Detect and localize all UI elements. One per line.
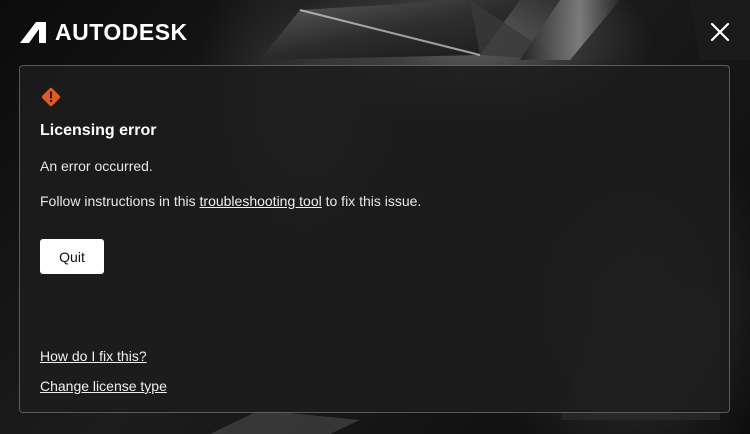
warning-diamond-icon bbox=[41, 87, 61, 107]
close-button[interactable] bbox=[708, 20, 732, 44]
autodesk-logo: AUTODESK bbox=[19, 20, 188, 44]
error-dialog-panel: Licensing error An error occurred. Follo… bbox=[19, 65, 730, 413]
troubleshooting-tool-link[interactable]: troubleshooting tool bbox=[200, 193, 322, 209]
instruction-prefix: Follow instructions in this bbox=[40, 193, 200, 209]
quit-button[interactable]: Quit bbox=[40, 239, 104, 274]
autodesk-logo-icon bbox=[20, 22, 46, 43]
license-error-window: AUTODESK Licensing error An error occurr… bbox=[0, 0, 750, 434]
close-icon bbox=[710, 22, 730, 42]
top-bar: AUTODESK bbox=[0, 0, 750, 64]
how-to-fix-link[interactable]: How do I fix this? bbox=[40, 348, 147, 364]
brand-name: AUTODESK bbox=[55, 19, 188, 45]
change-license-type-link[interactable]: Change license type bbox=[40, 378, 167, 394]
dialog-title: Licensing error bbox=[40, 122, 157, 139]
instruction-text: Follow instructions in this troubleshoot… bbox=[40, 193, 421, 209]
error-message: An error occurred. bbox=[40, 158, 153, 174]
instruction-suffix: to fix this issue. bbox=[321, 193, 422, 209]
